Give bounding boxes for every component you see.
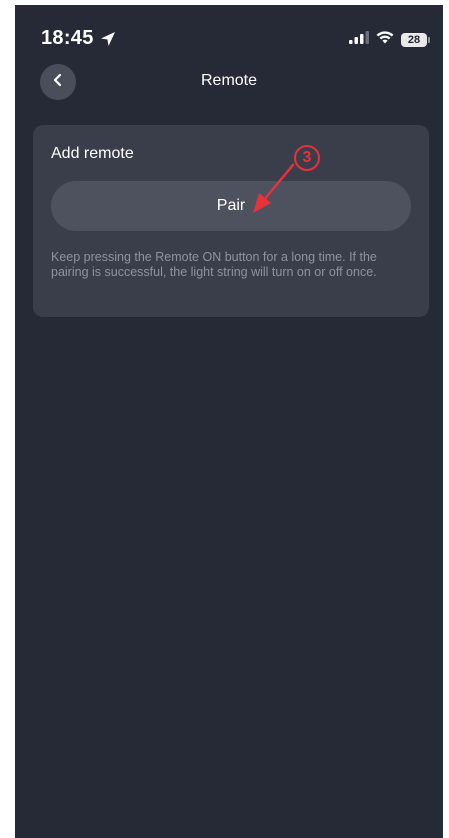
cellular-signal-icon [349, 31, 369, 49]
app-screen: 18:45 28 Remote Add remote Pair Keep pre… [15, 5, 443, 838]
battery-icon: 28 [401, 33, 430, 47]
page-title: Remote [200, 72, 258, 89]
nav-bar: Remote [15, 63, 443, 103]
wifi-icon [376, 31, 394, 49]
battery-level: 28 [407, 34, 421, 46]
status-bar: 18:45 28 [15, 5, 443, 57]
status-time: 18:45 [41, 27, 94, 49]
pair-button[interactable]: Pair [51, 181, 411, 231]
status-time-group: 18:45 [41, 27, 116, 50]
pairing-help-text: Keep pressing the Remote ON button for a… [51, 250, 377, 279]
location-arrow-icon [100, 31, 116, 47]
card-title: Add remote [51, 145, 134, 162]
status-icons: 28 [349, 31, 430, 49]
add-remote-card: Add remote Pair Keep pressing the Remote… [33, 125, 429, 317]
